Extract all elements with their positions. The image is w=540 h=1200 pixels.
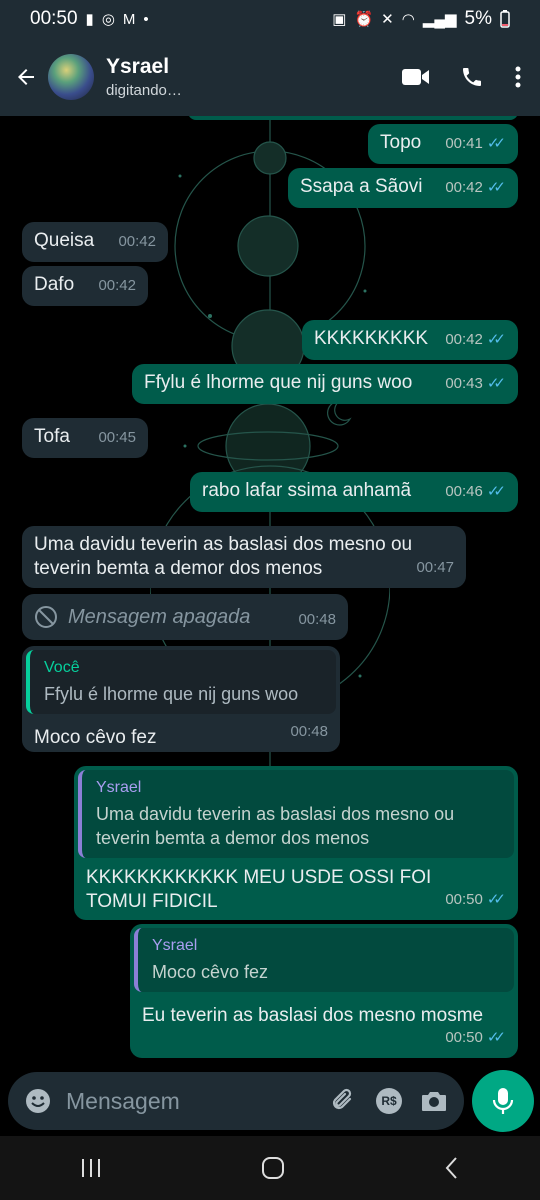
quote-author: Ysrael xyxy=(152,937,198,954)
alert-notification-icon: ▮ xyxy=(85,11,94,28)
read-receipt-icon: ✓✓ xyxy=(486,483,506,500)
message-time: 00:47 xyxy=(416,559,454,576)
message-bubble-outgoing[interactable]: KKKKKKKKK 00:42 ✓✓ xyxy=(302,320,518,360)
contact-name: Ysrael xyxy=(106,55,170,78)
message-bubble-incoming[interactable]: Dafo 00:42 xyxy=(22,266,148,306)
message-time: 00:42 xyxy=(445,331,483,348)
system-navigation-bar xyxy=(0,1136,540,1200)
read-receipt-icon: ✓✓ xyxy=(486,891,506,908)
attach-icon[interactable] xyxy=(330,1087,358,1115)
message-time: 00:48 xyxy=(290,723,328,740)
message-text: Dafo xyxy=(34,274,75,295)
message-text: Uma davidu teverin as baslasi dos mesno … xyxy=(34,534,413,579)
deleted-message-bubble[interactable]: Mensagem apagada 00:48 xyxy=(22,594,348,640)
quoted-message[interactable]: Você Ffylu é lhorme que nij guns woo xyxy=(26,650,336,714)
back-button[interactable] xyxy=(12,63,40,91)
contact-info[interactable]: Ysrael digitando… xyxy=(106,55,402,99)
message-bubble-incoming[interactable]: Queisa 00:42 xyxy=(22,222,168,262)
reply-message-bubble-outgoing[interactable]: Ysrael Moco cêvo fez Eu teverin as basla… xyxy=(130,924,518,1058)
message-time: 00:45 xyxy=(98,429,136,446)
camera-icon[interactable] xyxy=(420,1089,448,1113)
message-text: Ssapa a Sãovi xyxy=(300,176,423,197)
chat-header: Ysrael digitando… xyxy=(0,38,540,116)
read-receipt-icon: ✓✓ xyxy=(486,135,506,152)
composer-bar: Mensagem R$ xyxy=(0,1070,540,1136)
message-time: 00:42 xyxy=(445,179,483,196)
reply-message-bubble-incoming[interactable]: Você Ffylu é lhorme que nij guns woo Moc… xyxy=(22,646,340,752)
voice-call-icon[interactable] xyxy=(460,65,484,89)
message-time: 00:50 xyxy=(445,891,483,908)
voice-message-button[interactable] xyxy=(472,1070,534,1132)
back-arrow-icon xyxy=(18,69,34,85)
message-time: 00:42 xyxy=(98,277,136,294)
quoted-message[interactable]: Ysrael Moco cêvo fez xyxy=(134,928,514,992)
contact-avatar[interactable] xyxy=(48,54,94,100)
message-list[interactable]: Topo 00:41 ✓✓ Ssapa a Sãovi 00:42 ✓✓ Queis… xyxy=(0,116,540,1070)
whatsapp-notification-icon: ◎ xyxy=(101,11,115,28)
battery-level: 5% xyxy=(464,8,492,29)
alarm-icon: ⏰ xyxy=(354,11,374,28)
message-time: 00:48 xyxy=(298,611,336,628)
message-text: Queisa xyxy=(34,230,95,251)
message-time: 00:42 xyxy=(118,233,156,250)
more-options-icon[interactable] xyxy=(514,65,522,89)
recent-apps-icon[interactable] xyxy=(80,1158,102,1178)
read-receipt-icon: ✓✓ xyxy=(486,331,506,348)
contact-status: digitando… xyxy=(106,82,182,99)
quote-author: Ysrael xyxy=(96,779,142,796)
data-saver-icon: ▣ xyxy=(332,11,347,28)
battery-icon xyxy=(500,10,510,28)
quote-text: Moco cêvo fez xyxy=(152,962,269,982)
message-bubble-incoming[interactable]: Uma davidu teverin as baslasi dos mesno … xyxy=(22,526,466,588)
status-bar: 00:50 ▮ ◎ M • ▣ ⏰ ✕ ◠ ▂▄▆ 5% xyxy=(0,0,540,38)
mute-icon: ✕ xyxy=(381,11,394,28)
video-call-icon[interactable] xyxy=(402,67,430,87)
read-receipt-icon: ✓✓ xyxy=(486,375,506,392)
status-time: 00:50 xyxy=(30,8,78,29)
message-bubble-outgoing[interactable]: rabo lafar ssima anhamã 00:46 ✓✓ xyxy=(190,472,518,512)
back-nav-icon[interactable] xyxy=(444,1156,460,1180)
message-bubble-outgoing[interactable]: Topo 00:41 ✓✓ xyxy=(368,124,518,164)
message-time: 00:50 xyxy=(445,1029,483,1046)
quote-text: Ffylu é lhorme que nij guns woo xyxy=(44,684,299,704)
message-input[interactable]: Mensagem xyxy=(66,1088,330,1115)
message-text: Eu teverin as baslasi dos mesno mosme xyxy=(142,1005,484,1026)
wifi-icon: ◠ xyxy=(401,11,415,28)
quoted-message[interactable]: Ysrael Uma davidu teverin as baslasi dos… xyxy=(78,770,514,858)
home-icon[interactable] xyxy=(261,1156,285,1180)
message-bubble-incoming[interactable]: Tofa 00:45 xyxy=(22,418,148,458)
deleted-message-icon xyxy=(35,606,57,628)
message-text: Ffylu é lhorme que nij guns woo xyxy=(144,372,413,393)
message-bubble-outgoing[interactable]: Ssapa a Sãovi 00:42 ✓✓ xyxy=(288,168,518,208)
message-text: KKKKKKKKK xyxy=(314,328,429,349)
message-time: 00:46 xyxy=(445,483,483,500)
message-text: KKKKKKKKKKKK MEU USDE OSSI FOI TOMUI FID… xyxy=(86,867,432,912)
quote-text: Uma davidu teverin as baslasi dos mesno … xyxy=(96,804,455,848)
read-receipt-icon: ✓✓ xyxy=(486,1029,506,1046)
signal-icon: ▂▄▆ xyxy=(422,11,457,28)
message-text: rabo lafar ssima anhamã xyxy=(202,480,412,501)
message-input-container[interactable]: Mensagem R$ xyxy=(8,1072,464,1130)
emoji-icon[interactable] xyxy=(24,1087,52,1115)
read-receipt-icon: ✓✓ xyxy=(486,179,506,196)
message-time: 00:41 xyxy=(445,135,483,152)
message-time: 00:43 xyxy=(445,375,483,392)
message-text: Topo xyxy=(380,132,422,153)
reply-message-bubble-outgoing[interactable]: Ysrael Uma davidu teverin as baslasi dos… xyxy=(74,766,518,920)
message-bubble-outgoing[interactable]: Ffylu é lhorme que nij guns woo 00:43 ✓✓ xyxy=(132,364,518,404)
message-text: Tofa xyxy=(34,426,70,447)
payment-icon[interactable]: R$ xyxy=(376,1088,402,1114)
gmail-notification-icon: M xyxy=(122,10,136,28)
deleted-message-text: Mensagem apagada xyxy=(68,606,251,628)
microphone-icon xyxy=(492,1088,514,1114)
more-notifications-dot-icon: • xyxy=(143,10,149,28)
partial-message-bubble xyxy=(188,116,518,120)
quote-author: Você xyxy=(44,659,80,676)
